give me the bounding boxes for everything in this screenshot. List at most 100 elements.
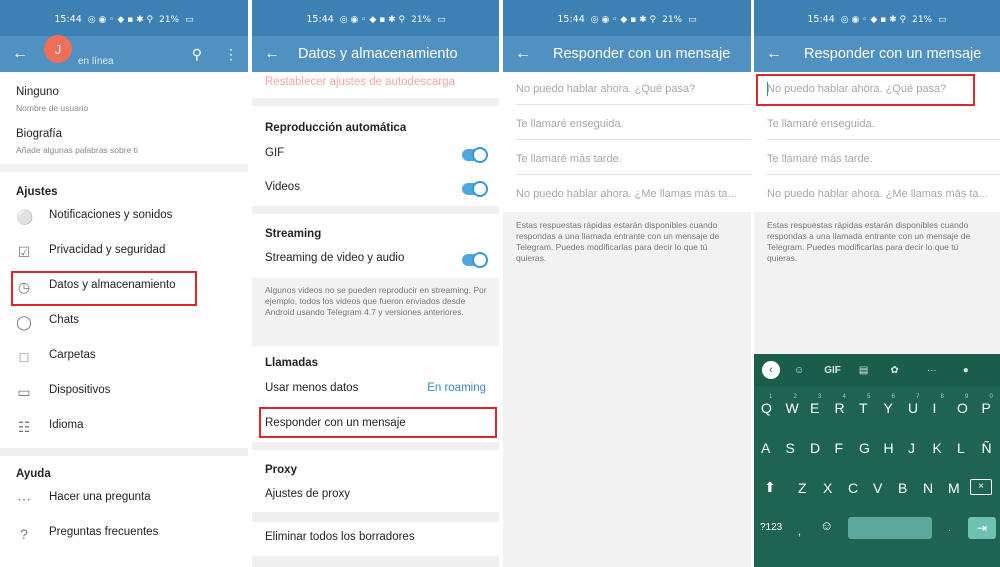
reply-input[interactable]: No puedo hablar ahora. ¿Me llamas más ta… [767, 188, 1000, 200]
username-row[interactable]: Ninguno Nombre de usuario [16, 86, 248, 113]
backspace-icon[interactable]: × [970, 479, 992, 495]
battery-icon: ▭ [688, 15, 697, 25]
key-n[interactable]: N [923, 480, 933, 496]
reply-input[interactable]: Te llamaré más tarde. [767, 153, 873, 165]
gif-toggle[interactable] [462, 147, 488, 163]
settings-item-label: Chats [49, 314, 80, 326]
settings-item-language[interactable]: ☷ Idioma [0, 419, 248, 439]
key-hint: 1 [769, 394, 773, 400]
streaming-toggle[interactable] [462, 252, 488, 268]
battery-level: 21% [159, 15, 180, 25]
key-y[interactable]: Y [884, 400, 893, 416]
key-s[interactable]: S [786, 440, 795, 456]
section-settings: Ajustes [16, 186, 58, 198]
palette-icon[interactable]: ✿ [890, 365, 898, 376]
key-c[interactable]: C [848, 480, 858, 496]
more-vert-icon[interactable]: ⋮ [224, 46, 238, 63]
input-underline [767, 139, 1000, 140]
gif-row[interactable]: GIF [252, 147, 500, 165]
enter-icon[interactable]: ⇥ [968, 517, 996, 539]
key-p[interactable]: P [982, 400, 991, 416]
settings-item-notifications[interactable]: ⚪ Notificaciones y sonidos [0, 209, 248, 229]
delete-drafts-row[interactable]: Eliminar todos los borradores [252, 531, 500, 549]
key-ñ[interactable]: Ñ [982, 440, 992, 456]
help-item-faq[interactable]: ? Preguntas frecuentes [0, 526, 248, 546]
key-x[interactable]: X [823, 480, 832, 496]
key-r[interactable]: R [835, 400, 845, 416]
proxy-settings-row[interactable]: Ajustes de proxy [252, 488, 500, 506]
settings-item-chats[interactable]: ◯ Chats [0, 314, 248, 334]
videos-row[interactable]: Videos [252, 181, 500, 199]
key-h[interactable]: H [884, 440, 894, 456]
back-arrow-icon[interactable]: ← [515, 46, 531, 62]
clipboard-icon[interactable]: ▤ [859, 365, 868, 376]
key-f[interactable]: F [835, 440, 844, 456]
key-e[interactable]: E [810, 400, 819, 416]
input-underline [516, 174, 751, 175]
streaming-row[interactable]: Streaming de video y audio [252, 252, 500, 270]
key-b[interactable]: B [898, 480, 907, 496]
section-proxy: Proxy [265, 464, 297, 476]
settings-item-label: Dispositivos [49, 384, 111, 396]
mic-icon[interactable]: ● [963, 365, 969, 376]
status-bar: 15:44 ◎ ◉ ◦ ◆ ▪ ✱ ⚲ 21% ▭ [754, 0, 1000, 36]
section-help: Ayuda [16, 468, 51, 480]
bio-row[interactable]: Biografía Añade algunas palabras sobre t… [16, 128, 248, 155]
back-arrow-icon[interactable]: ← [264, 46, 280, 62]
key-u[interactable]: U [908, 400, 918, 416]
settings-item-devices[interactable]: ▭ Dispositivos [0, 384, 248, 404]
status-time: 15:44 [807, 14, 835, 25]
reply-input[interactable]: Te llamaré enseguida. [767, 118, 875, 130]
collapse-chevron-icon[interactable]: ‹ [762, 361, 780, 379]
period-key[interactable]: . [948, 522, 951, 534]
key-t[interactable]: T [859, 400, 868, 416]
avatar[interactable]: J [44, 35, 72, 63]
reset-autodownload[interactable]: Restablecer ajustes de autodescarga [265, 76, 500, 88]
key-o[interactable]: O [957, 400, 968, 416]
status-bar: 15:44 ◎ ◉ ◦ ◆ ▪ ✱ ⚲ 21% ▭ [503, 0, 751, 36]
key-w[interactable]: W [786, 400, 799, 416]
key-l[interactable]: L [957, 440, 965, 456]
key-i[interactable]: I [933, 400, 937, 416]
appbar: ← Responder con un mensaje [503, 36, 751, 72]
help-item-ask[interactable]: ⋯ Hacer una pregunta [0, 491, 248, 511]
reply-input[interactable]: Te llamaré enseguida. [516, 118, 624, 130]
key-m[interactable]: M [948, 480, 960, 496]
key-k[interactable]: K [933, 440, 942, 456]
key-v[interactable]: V [873, 480, 882, 496]
streaming-label: Streaming de video y audio [265, 252, 405, 264]
key-q[interactable]: Q [761, 400, 772, 416]
sticker-icon[interactable]: ☺ [794, 365, 804, 376]
globe-icon: ☷ [17, 419, 31, 435]
reply-input[interactable]: No puedo hablar ahora. ¿Me llamas más ta… [516, 188, 746, 200]
emoji-icon[interactable]: ☺ [820, 518, 833, 533]
gif-key[interactable]: GIF [824, 365, 841, 376]
comma-key[interactable]: , [798, 526, 801, 538]
help-item-label: Preguntas frecuentes [49, 526, 159, 538]
keyboard-toolbar: ‹ ☺ GIF ▤ ✿ ··· ● [754, 354, 1000, 386]
bio-hint: Añade algunas palabras sobre ti [16, 145, 138, 155]
divider [252, 98, 500, 106]
input-underline [516, 139, 751, 140]
more-horiz-icon[interactable]: ··· [927, 365, 937, 376]
settings-item-privacy[interactable]: ☑ Privacidad y seguridad [0, 244, 248, 264]
shift-icon[interactable]: ⬆ [764, 479, 776, 496]
reply-input[interactable]: No puedo hablar ahora. ¿Qué pasa? [516, 83, 695, 95]
key-z[interactable]: Z [798, 480, 807, 496]
key-j[interactable]: J [908, 440, 915, 456]
streaming-note-box: Algunos videos no se pueden reproducir e… [252, 278, 500, 346]
videos-toggle[interactable] [462, 181, 488, 197]
help-item-label: Hacer una pregunta [49, 491, 151, 503]
reply-input[interactable]: Te llamaré más tarde. [516, 153, 622, 165]
spacebar[interactable] [848, 517, 932, 539]
search-icon[interactable]: ⚲ [192, 46, 202, 63]
key-g[interactable]: G [859, 440, 870, 456]
settings-item-folders[interactable]: □ Carpetas [0, 349, 248, 369]
key-d[interactable]: D [810, 440, 820, 456]
back-arrow-icon[interactable]: ← [766, 46, 782, 62]
symbols-key[interactable]: ?123 [760, 522, 782, 533]
key-a[interactable]: A [761, 440, 770, 456]
less-data-row[interactable]: Usar menos datos En roaming [252, 382, 500, 400]
back-arrow-icon[interactable]: ← [12, 46, 28, 62]
reply-panel: 15:44 ◎ ◉ ◦ ◆ ▪ ✱ ⚲ 21% ▭ ← Responder co… [503, 0, 751, 567]
